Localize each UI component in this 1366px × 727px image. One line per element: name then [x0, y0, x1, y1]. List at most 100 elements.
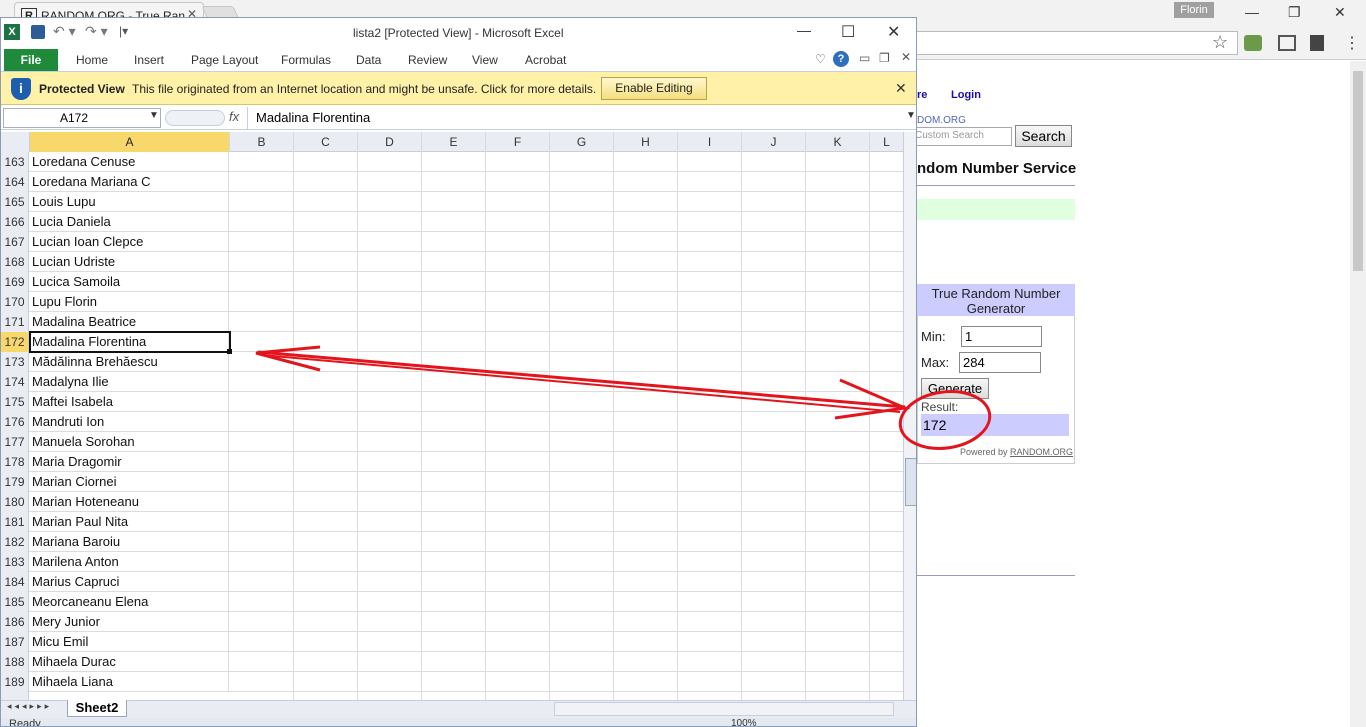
cell-a[interactable]: Manuela Sorohan: [30, 432, 229, 452]
row-header[interactable]: 172: [1, 332, 29, 352]
column-header-f[interactable]: F: [486, 132, 550, 152]
fill-handle[interactable]: [227, 349, 232, 354]
select-all-corner[interactable]: [1, 132, 30, 152]
cell-a[interactable]: Mery Junior: [30, 612, 229, 632]
cell-a[interactable]: Loredana Cenuse: [30, 152, 229, 172]
row-header[interactable]: 179: [1, 472, 29, 492]
formula-input[interactable]: Madalina Florentina: [247, 107, 903, 129]
row-header[interactable]: 165: [1, 192, 29, 212]
column-header-b[interactable]: B: [230, 132, 294, 152]
formula-resize-handle[interactable]: [165, 110, 225, 126]
tab-file[interactable]: File: [4, 49, 58, 71]
cell-a[interactable]: Lucian Udriste: [30, 252, 229, 272]
minimize-icon[interactable]: —: [797, 22, 811, 38]
tab-insert[interactable]: Insert: [134, 53, 164, 67]
row-header[interactable]: 170: [1, 292, 29, 312]
enable-editing-button[interactable]: Enable Editing: [601, 77, 707, 100]
row-header[interactable]: 173: [1, 352, 29, 372]
cell-a[interactable]: Marian Paul Nita: [30, 512, 229, 532]
powered-by-link[interactable]: RANDOM.ORG: [1010, 447, 1073, 457]
cell-a[interactable]: Mihaela Durac: [30, 652, 229, 672]
row-header[interactable]: 177: [1, 432, 29, 452]
extension-icon[interactable]: [1310, 35, 1324, 51]
close-icon[interactable]: ✕: [895, 80, 907, 97]
cell-a[interactable]: Madalyna Ilie: [30, 372, 229, 392]
ribbon-collapse-icon[interactable]: ♡: [815, 52, 826, 66]
address-bar[interactable]: [900, 31, 1238, 55]
profile-badge[interactable]: Florin: [1174, 2, 1214, 18]
row-header[interactable]: 166: [1, 212, 29, 232]
cell-a[interactable]: Maria Dragomir: [30, 452, 229, 472]
tab-acrobat[interactable]: Acrobat: [525, 53, 566, 67]
row-header[interactable]: 187: [1, 632, 29, 652]
cell-a[interactable]: Lucia Daniela: [30, 212, 229, 232]
star-icon[interactable]: ☆: [1212, 32, 1228, 53]
column-header-c[interactable]: C: [294, 132, 358, 152]
row-header[interactable]: 171: [1, 312, 29, 332]
row-header[interactable]: 169: [1, 272, 29, 292]
column-header-h[interactable]: H: [614, 132, 678, 152]
close-window-icon[interactable]: ✕: [1334, 4, 1346, 21]
cell-a[interactable]: Lucian Ioan Clepce: [30, 232, 229, 252]
custom-search-input[interactable]: Custom Search: [910, 127, 1012, 146]
cell-a[interactable]: Meorcaneanu Elena: [30, 592, 229, 612]
expand-formula-icon[interactable]: ▼: [906, 110, 916, 121]
name-box-dropdown-icon[interactable]: ▼: [149, 110, 159, 121]
protected-view-message[interactable]: This file originated from an Internet lo…: [132, 82, 596, 96]
cell-a[interactable]: Marian Ciornei: [30, 472, 229, 492]
horizontal-scrollbar[interactable]: [554, 702, 894, 716]
column-header-e[interactable]: E: [422, 132, 486, 152]
tab-page-layout[interactable]: Page Layout: [191, 53, 258, 67]
cell-a[interactable]: Louis Lupu: [30, 192, 229, 212]
zoom-level[interactable]: 100%: [731, 718, 757, 726]
help-icon[interactable]: ?: [833, 51, 849, 67]
row-header[interactable]: 182: [1, 532, 29, 552]
row-header[interactable]: 178: [1, 452, 29, 472]
undo-icon[interactable]: ↶ ▾: [53, 23, 76, 40]
tab-view[interactable]: View: [472, 53, 498, 67]
row-header[interactable]: 176: [1, 412, 29, 432]
cast-icon[interactable]: [1278, 35, 1296, 51]
column-header-a[interactable]: A: [30, 132, 230, 152]
row-header[interactable]: 186: [1, 612, 29, 632]
redo-icon[interactable]: ↷ ▾: [85, 23, 108, 40]
cell-a[interactable]: Mădălinna Brehăescu: [30, 352, 229, 372]
tab-review[interactable]: Review: [408, 53, 447, 67]
row-header[interactable]: 181: [1, 512, 29, 532]
cell-a[interactable]: Lupu Florin: [30, 292, 229, 312]
save-icon[interactable]: [31, 25, 45, 39]
cell-a[interactable]: Marius Capruci: [30, 572, 229, 592]
name-box[interactable]: A172: [3, 108, 161, 128]
column-header-j[interactable]: J: [742, 132, 806, 152]
row-header[interactable]: 163: [1, 152, 29, 172]
cell-a[interactable]: Micu Emil: [30, 632, 229, 652]
workbook-restore-icon[interactable]: ❐: [879, 51, 890, 65]
row-header[interactable]: 180: [1, 492, 29, 512]
cell-a[interactable]: Mihaela Liana: [30, 672, 229, 692]
column-header-k[interactable]: K: [806, 132, 870, 152]
workbook-close-icon[interactable]: ✕: [901, 50, 911, 64]
cell-a[interactable]: Marian Hoteneanu: [30, 492, 229, 512]
cell-a[interactable]: Loredana Mariana C: [30, 172, 229, 192]
close-window-icon[interactable]: ✕: [887, 22, 900, 42]
row-header[interactable]: 174: [1, 372, 29, 392]
row-header[interactable]: 189: [1, 672, 29, 692]
row-header[interactable]: 183: [1, 552, 29, 572]
cell-a[interactable]: Madalina Beatrice: [30, 312, 229, 332]
restore-icon[interactable]: ❐: [1288, 4, 1301, 21]
generate-button[interactable]: Generate: [921, 378, 989, 399]
cell-a[interactable]: Mariana Baroiu: [30, 532, 229, 552]
row-header[interactable]: 168: [1, 252, 29, 272]
workbook-minimize-icon[interactable]: ▭: [859, 51, 870, 65]
customize-qat-icon[interactable]: |▾: [119, 24, 128, 38]
sheet-tab[interactable]: Sheet2: [67, 700, 127, 717]
page-scrollbar[interactable]: [1350, 61, 1366, 727]
row-header[interactable]: 188: [1, 652, 29, 672]
sheet-nav-icons[interactable]: ◂◂◂▸▸▸: [7, 701, 52, 712]
login-link[interactable]: Login: [951, 89, 981, 101]
column-header-l[interactable]: L: [870, 132, 904, 152]
column-header-i[interactable]: I: [678, 132, 742, 152]
cell-a[interactable]: Maftei Isabela: [30, 392, 229, 412]
nav-link-partial[interactable]: re: [917, 89, 927, 101]
row-header[interactable]: 164: [1, 172, 29, 192]
